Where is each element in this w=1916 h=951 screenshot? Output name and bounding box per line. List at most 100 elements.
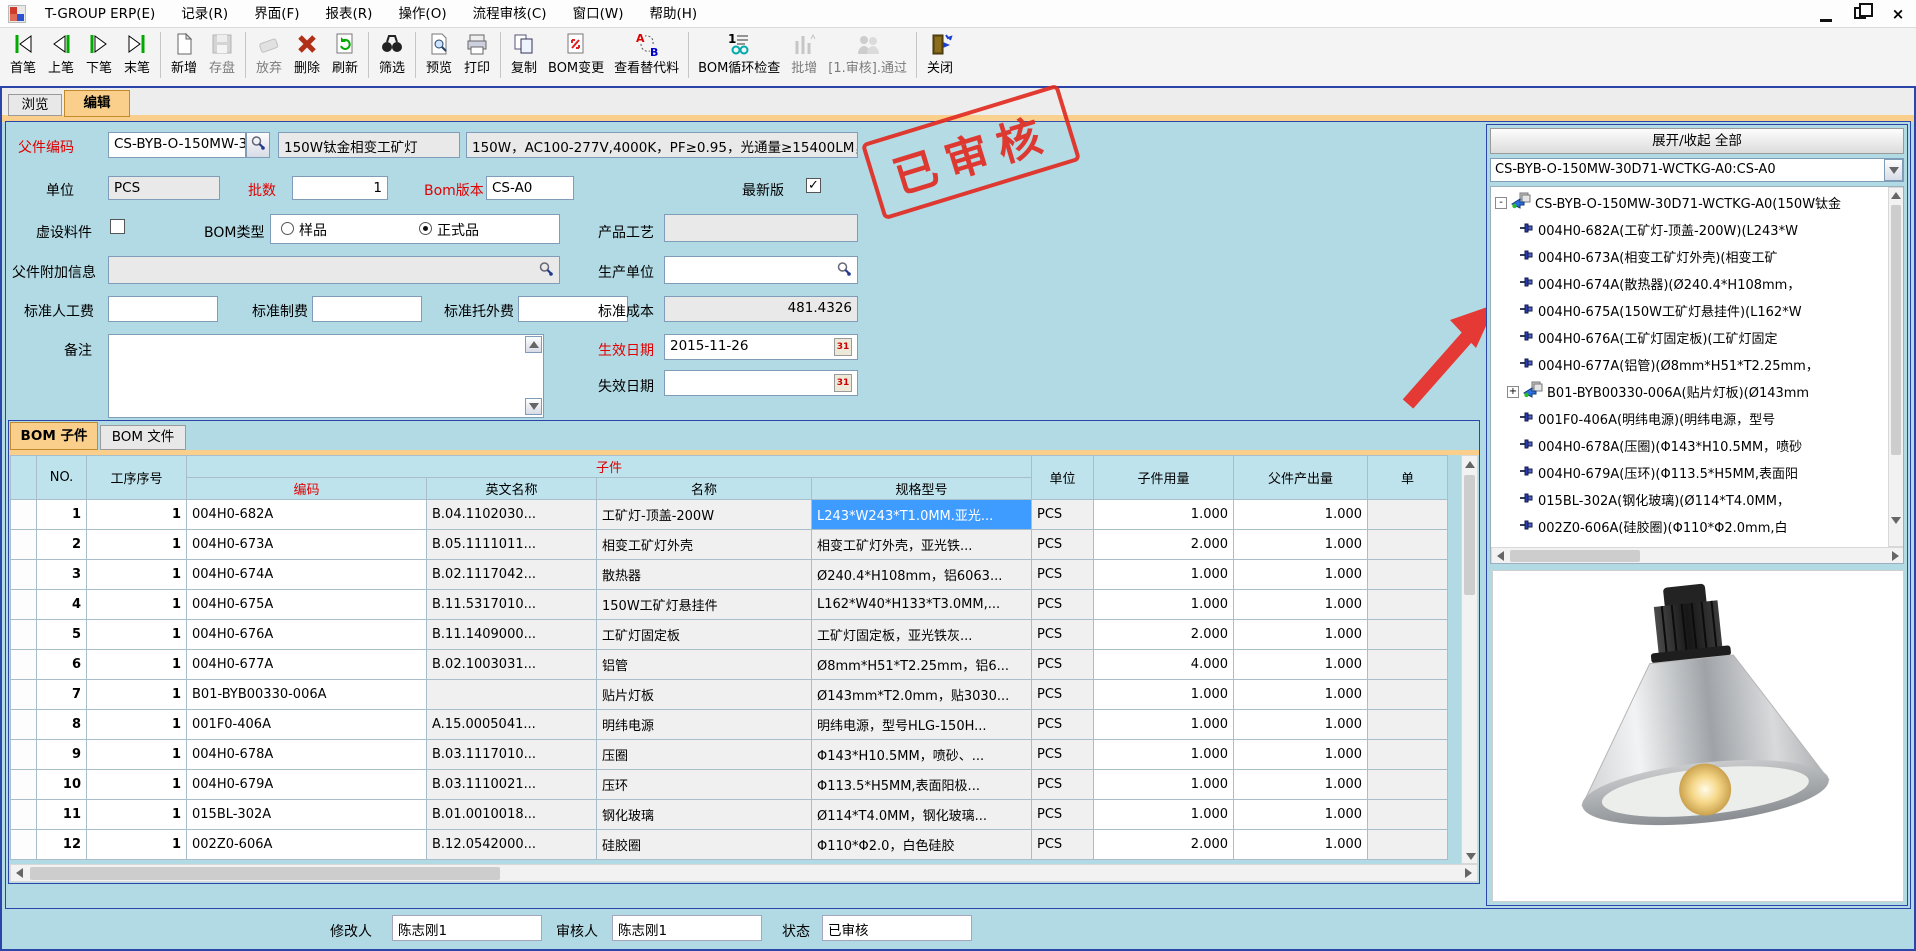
cell[interactable]: 3 — [37, 560, 87, 590]
grid-vscroll-thumb[interactable] — [1464, 475, 1475, 595]
scroll-down-arrow[interactable] — [1889, 513, 1903, 528]
cell[interactable]: 004H0-676A — [187, 620, 427, 650]
cell[interactable]: B.02.1003031... — [427, 650, 597, 680]
row-selector[interactable] — [11, 680, 37, 710]
cell[interactable]: 2.000 — [1094, 530, 1234, 560]
table-row[interactable]: 61004H0-677AB.02.1003031...铝管Ø8mm*H51*T2… — [11, 650, 1448, 680]
cell[interactable]: 1.000 — [1094, 590, 1234, 620]
table-row[interactable]: 91004H0-678AB.03.1117010...压圈Φ143*H10.5M… — [11, 740, 1448, 770]
cell[interactable]: 1 — [87, 590, 187, 620]
std-mfg-field[interactable] — [312, 296, 422, 322]
tree-item[interactable]: 004H0-673A(相变工矿灯外壳)(相变工矿 — [1493, 243, 1889, 270]
scroll-up-arrow[interactable] — [1462, 456, 1477, 473]
tab-bom-files[interactable]: BOM 文件 — [100, 425, 186, 450]
cell[interactable]: 1 — [87, 560, 187, 590]
parent-code-field[interactable]: CS-BYB-O-150MW-3 — [108, 132, 246, 158]
cell[interactable]: 贴片灯板 — [597, 680, 812, 710]
cell[interactable]: 2.000 — [1094, 620, 1234, 650]
row-selector[interactable] — [11, 560, 37, 590]
first-record-button[interactable]: 首笔 — [4, 30, 42, 77]
cell[interactable]: PCS — [1032, 560, 1094, 590]
cell[interactable]: 004H0-674A — [187, 560, 427, 590]
parent-code-search-button[interactable] — [246, 132, 270, 158]
collapse-box-icon[interactable]: - — [1495, 197, 1507, 209]
tree-item[interactable]: 015BL-302A(钢化玻璃)(Ø114*T4.0MM， — [1493, 486, 1889, 513]
close-button[interactable]: × — [1888, 4, 1908, 24]
cell[interactable]: 压环 — [597, 770, 812, 800]
table-row[interactable]: 111015BL-302AB.01.0010018...钢化玻璃Ø114*T4.… — [11, 800, 1448, 830]
cell[interactable] — [1368, 770, 1448, 800]
bom-select-dropdown-button[interactable] — [1884, 159, 1903, 181]
cell[interactable]: 1 — [87, 680, 187, 710]
cell[interactable]: 1.000 — [1234, 530, 1368, 560]
cell[interactable] — [1368, 620, 1448, 650]
tree-item[interactable]: 004H0-675A(150W工矿灯悬挂件)(L162*W — [1493, 297, 1889, 324]
bom-change-button[interactable]: BOM变更 — [543, 30, 609, 77]
cell[interactable]: L243*W243*T1.0MM.亚光... — [812, 500, 1032, 530]
filter-button[interactable]: 筛选 — [373, 30, 411, 77]
cell[interactable]: 1 — [87, 650, 187, 680]
row-selector[interactable] — [11, 500, 37, 530]
col-extra[interactable]: 单 — [1368, 456, 1448, 500]
cell[interactable]: 1.000 — [1094, 770, 1234, 800]
tree-hscroll-thumb[interactable] — [1510, 550, 1640, 562]
tab-edit[interactable]: 编辑 — [64, 90, 130, 117]
cell[interactable]: 5 — [37, 620, 87, 650]
std-labor-field[interactable] — [108, 296, 218, 322]
table-row[interactable]: 101004H0-679AB.03.1110021...压环Φ113.5*H5M… — [11, 770, 1448, 800]
cell[interactable]: PCS — [1032, 800, 1094, 830]
remark-scroll-down[interactable] — [525, 398, 542, 415]
cell[interactable]: PCS — [1032, 680, 1094, 710]
col-spec[interactable]: 规格型号 — [812, 478, 1032, 500]
cell[interactable]: 压圈 — [597, 740, 812, 770]
expand-box-icon[interactable]: + — [1507, 386, 1519, 398]
tree-item[interactable]: 004H0-682A(工矿灯-顶盖-200W)(L243*W — [1493, 216, 1889, 243]
last-record-button[interactable]: 末笔 — [118, 30, 156, 77]
cell[interactable]: B.03.1110021... — [427, 770, 597, 800]
batch-field[interactable]: 1 — [292, 176, 388, 200]
cell[interactable]: 相变工矿灯外壳 — [597, 530, 812, 560]
tree-item[interactable]: 004H0-678A(压圈)(Φ143*H10.5MM，喷砂 — [1493, 432, 1889, 459]
expand-collapse-all-button[interactable]: 展开/收起 全部 — [1490, 128, 1904, 154]
table-row[interactable]: 11004H0-682AB.04.1102030...工矿灯-顶盖-200WL2… — [11, 500, 1448, 530]
cell[interactable]: 1.000 — [1234, 770, 1368, 800]
cell[interactable]: 1 — [87, 710, 187, 740]
cell[interactable]: 9 — [37, 740, 87, 770]
table-row[interactable]: 21004H0-673AB.05.1111011...相变工矿灯外壳相变工矿灯外… — [11, 530, 1448, 560]
row-selector[interactable] — [11, 650, 37, 680]
col-name[interactable]: 名称 — [597, 478, 812, 500]
next-record-button[interactable]: 下笔 — [80, 30, 118, 77]
menu-app[interactable]: T-GROUP ERP(E) — [32, 0, 168, 28]
cell[interactable] — [1368, 500, 1448, 530]
cell[interactable]: Ø143mm*T2.0mm，贴3030... — [812, 680, 1032, 710]
cell[interactable]: PCS — [1032, 620, 1094, 650]
cell[interactable]: Φ143*H10.5MM，喷砂、... — [812, 740, 1032, 770]
cell[interactable]: 1 — [87, 530, 187, 560]
grid-hscrollbar[interactable] — [10, 864, 1478, 882]
cell[interactable]: B.04.1102030... — [427, 500, 597, 530]
cell[interactable]: 1 — [87, 770, 187, 800]
row-selector[interactable] — [11, 710, 37, 740]
tree-item[interactable]: +B01-BYB00330-006A(贴片灯板)(Ø143mm — [1493, 378, 1889, 405]
row-selector[interactable] — [11, 530, 37, 560]
cell[interactable]: PCS — [1032, 530, 1094, 560]
cell[interactable]: 1.000 — [1234, 620, 1368, 650]
menu-item[interactable]: 界面(F) — [241, 0, 312, 28]
cell[interactable]: 1.000 — [1234, 590, 1368, 620]
cell[interactable]: 10 — [37, 770, 87, 800]
tree-item[interactable]: 004H0-677A(铝管)(Ø8mm*H51*T2.25mm， — [1493, 351, 1889, 378]
delete-button[interactable]: 删除 — [288, 30, 326, 77]
scroll-left-arrow[interactable] — [1492, 548, 1508, 564]
new-button[interactable]: 新增 — [165, 30, 203, 77]
cell[interactable]: 散热器 — [597, 560, 812, 590]
cell[interactable] — [1368, 530, 1448, 560]
cell[interactable]: PCS — [1032, 830, 1094, 860]
grid-vscrollbar[interactable] — [1461, 455, 1478, 864]
cell[interactable]: 4 — [37, 590, 87, 620]
search-icon[interactable] — [836, 261, 852, 281]
bom-version-select[interactable]: CS-BYB-O-150MW-30D71-WCTKG-A0:CS-A0 — [1490, 158, 1904, 182]
cell[interactable]: B.11.5317010... — [427, 590, 597, 620]
tree-item[interactable]: 002Z0-606A(硅胶圈)(Φ110*Φ2.0mm,白 — [1493, 513, 1889, 540]
parent-extra-field[interactable] — [108, 256, 560, 284]
cell[interactable]: B.05.1111011... — [427, 530, 597, 560]
